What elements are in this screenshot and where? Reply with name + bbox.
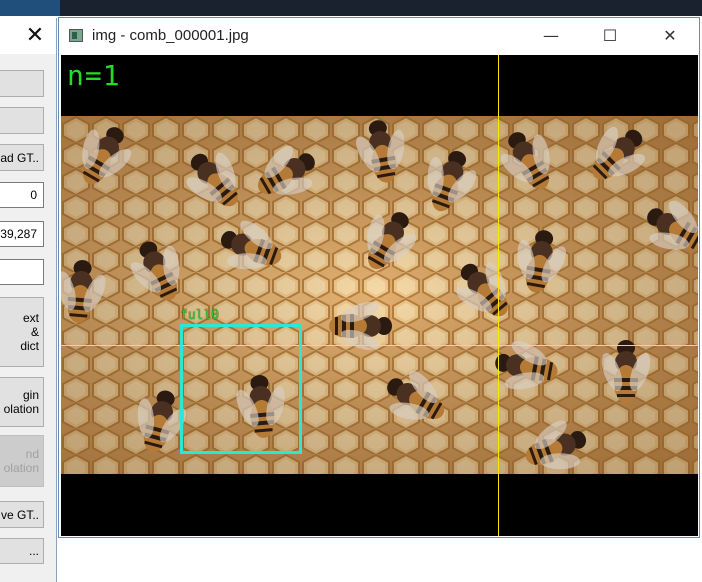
app-icon — [69, 29, 83, 42]
desktop-accent — [0, 0, 60, 16]
more-button[interactable]: ... — [0, 538, 44, 564]
minimize-icon[interactable]: — — [531, 24, 571, 48]
coordinates-field[interactable]: 39,287 — [0, 221, 44, 247]
close-icon[interactable]: ✕ — [650, 24, 690, 48]
desktop-top-strip — [0, 0, 702, 16]
index-field[interactable]: 0 — [0, 182, 44, 208]
window-title: img - comb_000001.jpg — [92, 27, 249, 44]
panel-button-1[interactable] — [0, 70, 44, 97]
honeycomb-bee-photo — [61, 116, 698, 474]
frame-count-label: n=1 — [67, 59, 121, 92]
crosshair-vertical — [498, 55, 499, 536]
desktop-bottom-area — [58, 540, 702, 582]
image-window-titlebar[interactable]: img - comb_000001.jpg — ☐ ✕ — [59, 18, 699, 55]
maximize-icon[interactable]: ☐ — [590, 24, 630, 48]
end-interpolation-button: nd olation — [0, 435, 44, 487]
panel-button-2[interactable] — [0, 107, 44, 134]
crosshair-horizontal — [61, 345, 698, 346]
control-panel-close-icon[interactable]: ✕ — [22, 22, 48, 50]
text-input-field[interactable] — [0, 259, 44, 285]
bounding-box-label: full0 — [180, 308, 220, 323]
image-canvas[interactable]: n=1 full0 — [61, 55, 698, 536]
load-gt-button[interactable]: ad GT.. — [0, 144, 44, 171]
image-window: img - comb_000001.jpg — ☐ ✕ n=1 full0 — [58, 17, 700, 538]
bee-comb-picture — [61, 116, 698, 474]
begin-interpolation-button[interactable]: gin olation — [0, 377, 44, 427]
bounding-box[interactable] — [180, 324, 302, 454]
save-gt-button[interactable]: ve GT.. — [0, 501, 44, 528]
control-panel-window: ✕ ad GT.. 0 39,287 ext & dict gin olatio… — [0, 18, 57, 582]
control-panel-titlebar: ✕ — [0, 18, 56, 54]
next-and-predict-button[interactable]: ext & dict — [0, 297, 44, 367]
